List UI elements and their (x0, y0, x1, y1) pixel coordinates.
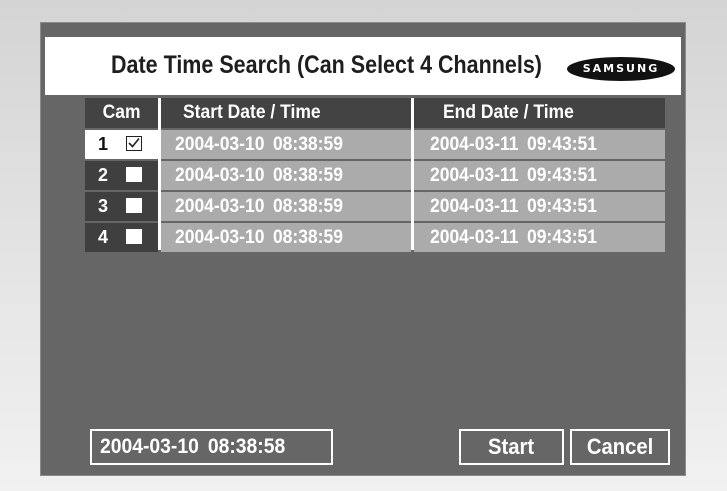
start-datetime-field[interactable]: 2004-03-10 08:38:59 (161, 223, 411, 252)
end-datetime-field[interactable]: 2004-03-11 09:43:51 (414, 223, 665, 252)
header-end-datetime: End Date / Time (414, 98, 665, 128)
table-row: 1 2004-03-10 08:38:59 2004-03-11 09:43:5… (85, 130, 665, 159)
cam-checkbox-4[interactable] (126, 229, 142, 244)
start-button[interactable]: Start (459, 429, 564, 465)
start-datetime-field[interactable]: 2004-03-10 08:38:59 (161, 161, 411, 190)
dvr-search-screen: Date Time Search (Can Select 4 Channels)… (41, 23, 685, 475)
samsung-logo: SAMSUNG (567, 57, 675, 81)
column-divider (411, 98, 414, 250)
cam-cell-1[interactable]: 1 (85, 130, 158, 159)
cam-checkbox-2[interactable] (126, 167, 142, 182)
start-datetime-field[interactable]: 2004-03-10 08:38:59 (161, 130, 411, 159)
cam-number: 1 (98, 134, 109, 154)
cam-number: 3 (98, 196, 109, 216)
table-row: 3 2004-03-10 08:38:59 2004-03-11 09:43:5… (85, 192, 665, 221)
end-datetime-field[interactable]: 2004-03-11 09:43:51 (414, 130, 665, 159)
header-cam: Cam (85, 98, 158, 128)
table-row: 2 2004-03-10 08:38:59 2004-03-11 09:43:5… (85, 161, 665, 190)
cam-cell-4[interactable]: 4 (85, 223, 158, 252)
end-datetime-field[interactable]: 2004-03-11 09:43:51 (414, 192, 665, 221)
end-datetime-field[interactable]: 2004-03-11 09:43:51 (414, 161, 665, 190)
cam-cell-3[interactable]: 3 (85, 192, 158, 221)
column-divider (158, 98, 161, 250)
checkmark-icon (128, 137, 140, 148)
cam-cell-2[interactable]: 2 (85, 161, 158, 190)
header-start-datetime: Start Date / Time (161, 98, 411, 128)
cam-checkbox-3[interactable] (126, 198, 142, 213)
title-bar: Date Time Search (Can Select 4 Channels)… (45, 37, 681, 95)
logo-text: SAMSUNG (582, 62, 660, 75)
current-datetime-display: 2004-03-10 08:38:58 (90, 429, 333, 465)
cam-number: 4 (98, 227, 109, 247)
page-title: Date Time Search (Can Select 4 Channels) (111, 51, 542, 79)
start-datetime-field[interactable]: 2004-03-10 08:38:59 (161, 192, 411, 221)
cam-number: 2 (98, 165, 109, 185)
cam-checkbox-1[interactable] (126, 136, 142, 151)
table-row: 4 2004-03-10 08:38:59 2004-03-11 09:43:5… (85, 223, 665, 252)
cancel-button[interactable]: Cancel (570, 429, 670, 465)
